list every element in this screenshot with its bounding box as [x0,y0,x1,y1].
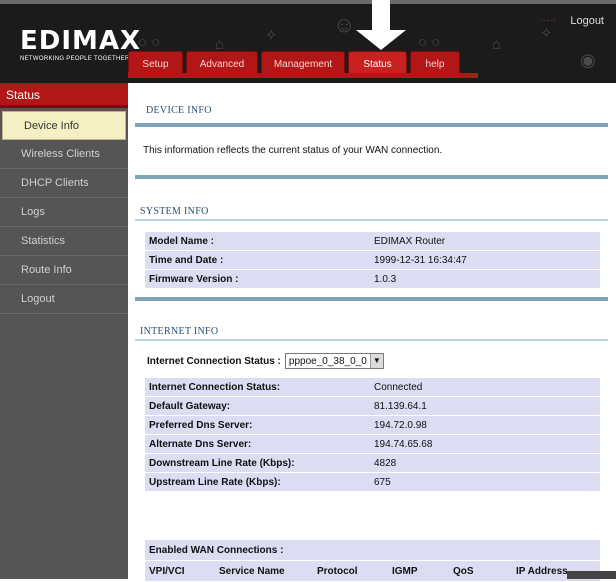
wan-connections-table: Enabled WAN Connections : VPI/VCI Servic… [145,539,600,582]
deco-icon: ○ ○ [138,34,161,51]
row-label: Downstream Line Rate (Kbps): [145,454,370,472]
table-row: Preferred Dns Server: 194.72.0.98 [145,416,600,434]
pointer-arrow-icon [372,0,390,30]
intro-divider [135,175,608,179]
connection-status-row: Internet Connection Status : pppoe_0_38_… [147,353,384,369]
header-bar: EDIMAX NETWORKING PEOPLE TOGETHER ····· … [0,0,616,83]
deco-icon: ⌂ [492,36,502,53]
system-info-table: Model Name : EDIMAX Router Time and Date… [145,231,600,289]
page-title: DEVICE INFO [146,105,212,116]
internet-info-table: Internet Connection Status: Connected De… [145,377,600,492]
row-value: 675 [370,473,600,491]
table-row: Enabled WAN Connections : [145,540,600,560]
table-header-row: VPI/VCI Service Name Protocol IGMP QoS I… [145,561,600,581]
title-divider [135,123,608,127]
sidebar-item-route-info[interactable]: Route Info [0,256,128,285]
connection-select[interactable]: pppoe_0_38_0_0 ▼ [284,353,384,369]
column-header: IGMP [388,561,449,581]
column-header: Protocol [313,561,388,581]
logo-tagline: NETWORKING PEOPLE TOGETHER [20,56,130,62]
top-nav-tabs: Setup Advanced Management Status help [128,51,460,73]
deco-icon: ○ ○ [418,34,441,51]
row-label: Firmware Version : [145,270,370,288]
row-label: Model Name : [145,232,370,250]
wan-table-title: Enabled WAN Connections : [145,540,600,560]
sidebar-item-logs[interactable]: Logs [0,198,128,227]
table-row: Time and Date : 1999-12-31 16:34:47 [145,251,600,269]
row-label: Time and Date : [145,251,370,269]
table-row: Alternate Dns Server: 194.74.65.68 [145,435,600,453]
row-value: 1999-12-31 16:34:47 [370,251,600,269]
intro-text: This information reflects the current st… [143,145,443,156]
tab-help[interactable]: help [410,51,460,73]
smiley-icon: ☺ [333,12,356,37]
row-value: 194.74.65.68 [370,435,600,453]
row-label: Preferred Dns Server: [145,416,370,434]
row-label: Upstream Line Rate (Kbps): [145,473,370,491]
internet-info-divider [135,339,608,341]
deco-icon: ◉ [580,50,596,70]
row-label: Internet Connection Status: [145,378,370,396]
header-logout-link[interactable]: Logout [570,15,604,27]
table-row: Upstream Line Rate (Kbps): 675 [145,473,600,491]
window-corner [567,571,616,579]
row-value: 81.139.64.1 [370,397,600,415]
table-row: Default Gateway: 81.139.64.1 [145,397,600,415]
column-header: QoS [449,561,512,581]
sidebar-item-dhcp-clients[interactable]: DHCP Clients [0,169,128,198]
table-row: Internet Connection Status: Connected [145,378,600,396]
tab-setup[interactable]: Setup [128,51,183,73]
sidebar-title: Status [0,83,128,108]
sidebar-item-statistics[interactable]: Statistics [0,227,128,256]
row-value: 1.0.3 [370,270,600,288]
chevron-down-icon[interactable]: ▼ [369,354,383,368]
row-label: Alternate Dns Server: [145,435,370,453]
header-top-band [0,0,616,4]
deco-icon: ✧ [540,25,553,42]
column-header: Service Name [215,561,313,581]
system-info-bottom-divider [135,297,608,301]
table-row: Model Name : EDIMAX Router [145,232,600,250]
table-row: Firmware Version : 1.0.3 [145,270,600,288]
row-value: Connected [370,378,600,396]
tab-status[interactable]: Status [348,51,407,73]
column-header: VPI/VCI [145,561,215,581]
deco-icon: ✧ [265,27,278,44]
row-value: 4828 [370,454,600,472]
row-value: EDIMAX Router [370,232,600,250]
connection-select-value: pppoe_0_38_0_0 [288,355,367,367]
edimax-logo: EDIMAX [20,26,142,56]
internet-info-title: INTERNET INFO [140,326,219,337]
table-row: Downstream Line Rate (Kbps): 4828 [145,454,600,472]
sidebar-item-device-info[interactable]: Device Info [2,111,126,140]
system-info-divider [135,219,608,221]
connection-status-label: Internet Connection Status : [147,355,281,367]
tab-underline [128,73,478,78]
main-content: DEVICE INFO This information reflects th… [135,83,616,582]
sidebar-item-wireless-clients[interactable]: Wireless Clients [0,140,128,169]
tab-advanced[interactable]: Advanced [186,51,258,73]
row-label: Default Gateway: [145,397,370,415]
sidebar: Status Device Info Wireless Clients DHCP… [0,83,128,579]
system-info-title: SYSTEM INFO [140,206,209,217]
pointer-arrow-head-icon [356,30,406,50]
row-value: 194.72.0.98 [370,416,600,434]
tab-management[interactable]: Management [261,51,345,73]
sidebar-item-logout[interactable]: Logout [0,285,128,314]
